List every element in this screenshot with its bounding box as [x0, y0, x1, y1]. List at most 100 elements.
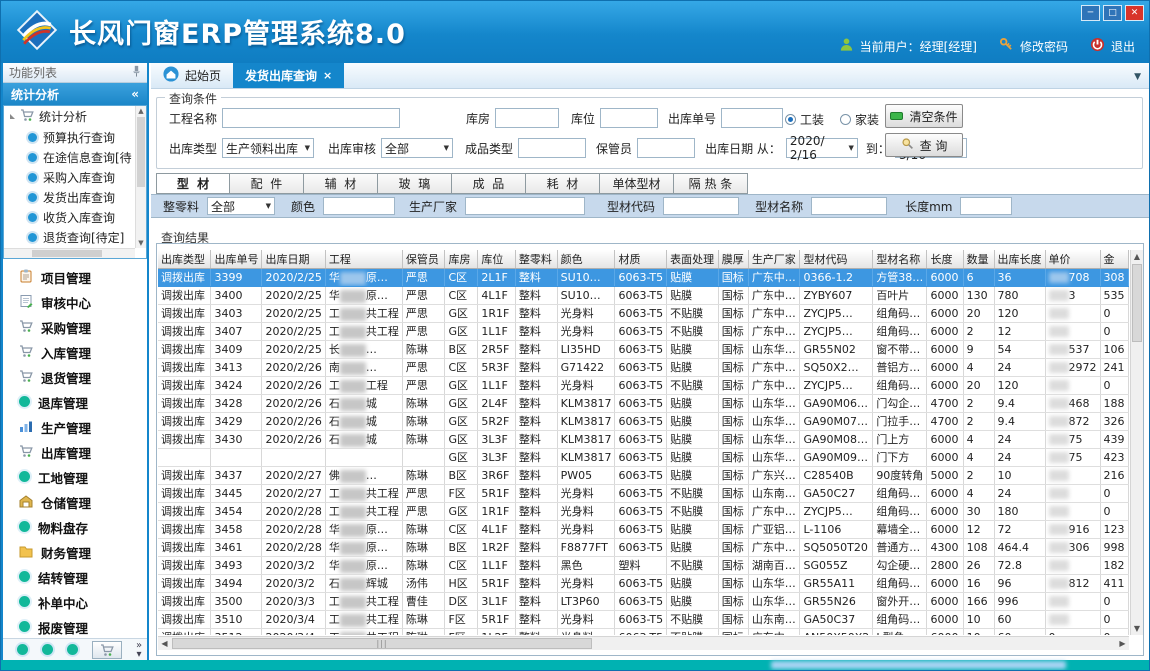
table-row[interactable]: 调拨出库34542020/2/28工共工程严思G区1R1F整料光身料6063-T…: [158, 502, 1129, 520]
column-header[interactable]: 型材名称: [873, 250, 927, 268]
column-header[interactable]: 型材代码: [800, 250, 873, 268]
table-row[interactable]: 调拨出库34932020/3/2华原…陈琳C区1L1F整料黑色塑料不贴膜国标湖南…: [158, 556, 1129, 574]
tree-horizontal-scrollbar[interactable]: [4, 248, 135, 258]
sidebar-module-item[interactable]: 物料盘存: [3, 515, 147, 540]
table-row[interactable]: 调拨出库34942020/3/2石辉城汤伟H区5R1F整料光身料6063-T5贴…: [158, 574, 1129, 592]
manufacturer-input[interactable]: [465, 197, 585, 215]
material-tab[interactable]: 玻 璃: [378, 173, 452, 194]
material-tab[interactable]: 型 材: [156, 173, 230, 194]
sidebar-module-item[interactable]: 项目管理: [3, 265, 147, 290]
table-row[interactable]: 调拨出库34282020/2/26石城陈琳G区2L4F整料KLM38176063…: [158, 394, 1129, 412]
scroll-down-icon[interactable]: ▼: [1131, 622, 1143, 635]
table-row[interactable]: 调拨出库35122020/3/4工共工程陈琳F区1L2F整料光身料6063-T5…: [158, 628, 1129, 635]
sidebar-module-item[interactable]: 采购管理: [3, 315, 147, 340]
project-name-input[interactable]: [222, 108, 400, 128]
column-header[interactable]: 长度: [927, 250, 963, 268]
material-tab[interactable]: 隔 热 条: [674, 173, 748, 194]
sidebar-module-item[interactable]: 补单中心: [3, 590, 147, 615]
table-row[interactable]: 调拨出库34032020/2/25工共工程严思G区1R1F整料光身料6063-T…: [158, 304, 1129, 322]
tree-item[interactable]: 发货出库查询: [4, 187, 146, 207]
length-input[interactable]: [960, 197, 1012, 215]
table-row[interactable]: 调拨出库34582020/2/28华原…陈琳C区4L1F整料光身料6063-T5…: [158, 520, 1129, 538]
section-header-statistics[interactable]: 统计分析 «: [3, 83, 147, 105]
material-tab[interactable]: 成 品: [452, 173, 526, 194]
column-header[interactable]: 整零料: [515, 250, 557, 268]
tree-item[interactable]: 采购入库查询: [4, 167, 146, 187]
table-row[interactable]: 调拨出库34372020/2/27佛…陈琳B区3R6F整料PW056063-T5…: [158, 466, 1129, 484]
overflow-chevron-icon[interactable]: »▾: [136, 641, 142, 659]
color-input[interactable]: [323, 197, 395, 215]
document-tab[interactable]: 发货出库查询×: [233, 63, 344, 88]
document-tab[interactable]: 起始页: [151, 63, 233, 88]
column-header[interactable]: 库房: [445, 250, 478, 268]
sidebar-module-item[interactable]: 工地管理: [3, 465, 147, 490]
tree-item[interactable]: 在途信息查询[待: [4, 147, 146, 167]
column-header[interactable]: 金: [1100, 250, 1128, 268]
clear-conditions-button[interactable]: 清空条件: [885, 104, 963, 128]
order-no-input[interactable]: [721, 108, 783, 128]
cart-module-button[interactable]: [92, 641, 122, 659]
table-row[interactable]: 调拨出库34072020/2/25工共工程严思G区1L1F整料光身料6063-T…: [158, 322, 1129, 340]
column-header[interactable]: 颜色: [557, 250, 615, 268]
table-row[interactable]: 调拨出库34242020/2/26工工程严思G区1L1F整料光身料6063-T5…: [158, 376, 1129, 394]
sidebar-module-item[interactable]: 审核中心: [3, 290, 147, 315]
warehouse-input[interactable]: [495, 108, 559, 128]
sidebar-module-item[interactable]: 报废管理: [3, 615, 147, 640]
pin-icon[interactable]: [132, 65, 141, 80]
expander-icon[interactable]: [10, 114, 15, 119]
sidebar-module-item[interactable]: 生产管理: [3, 415, 147, 440]
change-password-button[interactable]: 修改密码: [999, 37, 1068, 55]
date-from-select[interactable]: 2020/ 2/16▼: [786, 138, 858, 158]
profile-name-input[interactable]: [811, 197, 887, 215]
column-header[interactable]: 库位: [478, 250, 516, 268]
column-header[interactable]: 单价: [1045, 250, 1100, 268]
logout-button[interactable]: 退出: [1090, 37, 1135, 55]
audit-select[interactable]: 全部▼: [381, 138, 453, 158]
table-horizontal-scrollbar[interactable]: ◀ ||| ▶: [158, 636, 1129, 650]
scroll-up-icon[interactable]: ▲: [136, 106, 146, 116]
scrollbar-thumb[interactable]: [32, 250, 102, 257]
column-header[interactable]: 保管员: [402, 250, 445, 268]
table-row[interactable]: 调拨出库34002020/2/25华原…严思C区4L1F整料SU10…6063-…: [158, 286, 1129, 304]
outbound-type-select[interactable]: 生产领料出库▼: [222, 138, 314, 158]
table-row[interactable]: 调拨出库34292020/2/26石城陈琳G区5R2F整料KLM38176063…: [158, 412, 1129, 430]
column-header[interactable]: 出库日期: [262, 250, 325, 268]
radio-gongzhuang[interactable]: 工装: [785, 111, 824, 128]
table-row[interactable]: 调拨出库34452020/2/27工共工程严思F区5R1F整料光身料6063-T…: [158, 484, 1129, 502]
location-input[interactable]: [600, 108, 658, 128]
collapse-icon[interactable]: «: [131, 87, 139, 101]
sidebar-module-item[interactable]: 出库管理: [3, 440, 147, 465]
material-tab[interactable]: 配 件: [230, 173, 304, 194]
column-header[interactable]: 出库长度: [994, 250, 1045, 268]
sidebar-module-item[interactable]: 入库管理: [3, 340, 147, 365]
table-row[interactable]: 调拨出库34612020/2/28华原…陈琳B区1R2F整料F8877FT606…: [158, 538, 1129, 556]
maximize-button[interactable]: □: [1103, 5, 1122, 21]
keeper-input[interactable]: [637, 138, 695, 158]
table-row[interactable]: G区3L3F整料KLM38176063-T5贴膜国标山东华…GA90M09…门下…: [158, 448, 1129, 466]
scroll-left-icon[interactable]: ◀: [158, 637, 171, 651]
table-vertical-scrollbar[interactable]: ▲ ▼: [1130, 250, 1143, 635]
scrollbar-thumb[interactable]: [137, 117, 145, 187]
tree-vertical-scrollbar[interactable]: ▲ ▼: [135, 106, 146, 248]
column-header[interactable]: 膜厚: [718, 250, 748, 268]
sidebar-module-item[interactable]: 退库管理: [3, 390, 147, 415]
tree-item[interactable]: 收货入库查询: [4, 207, 146, 227]
sidebar-module-item[interactable]: 财务管理: [3, 540, 147, 565]
profile-code-input[interactable]: [663, 197, 739, 215]
sidebar-module-item[interactable]: 结转管理: [3, 565, 147, 590]
close-tab-icon[interactable]: ×: [323, 69, 332, 82]
column-header[interactable]: 工程: [325, 250, 402, 268]
search-button[interactable]: 查 询: [885, 133, 963, 157]
tree-item[interactable]: 预算执行查询: [4, 127, 146, 147]
material-tab[interactable]: 耗 材: [526, 173, 600, 194]
scroll-down-icon[interactable]: ▼: [136, 238, 146, 248]
scrollbar-thumb[interactable]: |||: [172, 638, 592, 649]
table-row[interactable]: 调拨出库35102020/3/4工共工程陈琳F区5R1F整料光身料6063-T5…: [158, 610, 1129, 628]
table-row[interactable]: 调拨出库34132020/2/26南…严思C区5R3F整料G714226063-…: [158, 358, 1129, 376]
table-row[interactable]: 调拨出库35002020/3/3工共工程曹佳D区3L1F整料LT3P606063…: [158, 592, 1129, 610]
material-tab[interactable]: 单体型材: [600, 173, 674, 194]
table-row[interactable]: 调拨出库34092020/2/25长…陈琳B区2R5F整料LI35HD6063-…: [158, 340, 1129, 358]
column-header[interactable]: 出库单号: [211, 250, 262, 268]
module-dot-icon[interactable]: [42, 644, 53, 655]
table-row[interactable]: 调拨出库33992020/2/25华原…严思C区2L1F整料SU10…6063-…: [158, 268, 1129, 286]
